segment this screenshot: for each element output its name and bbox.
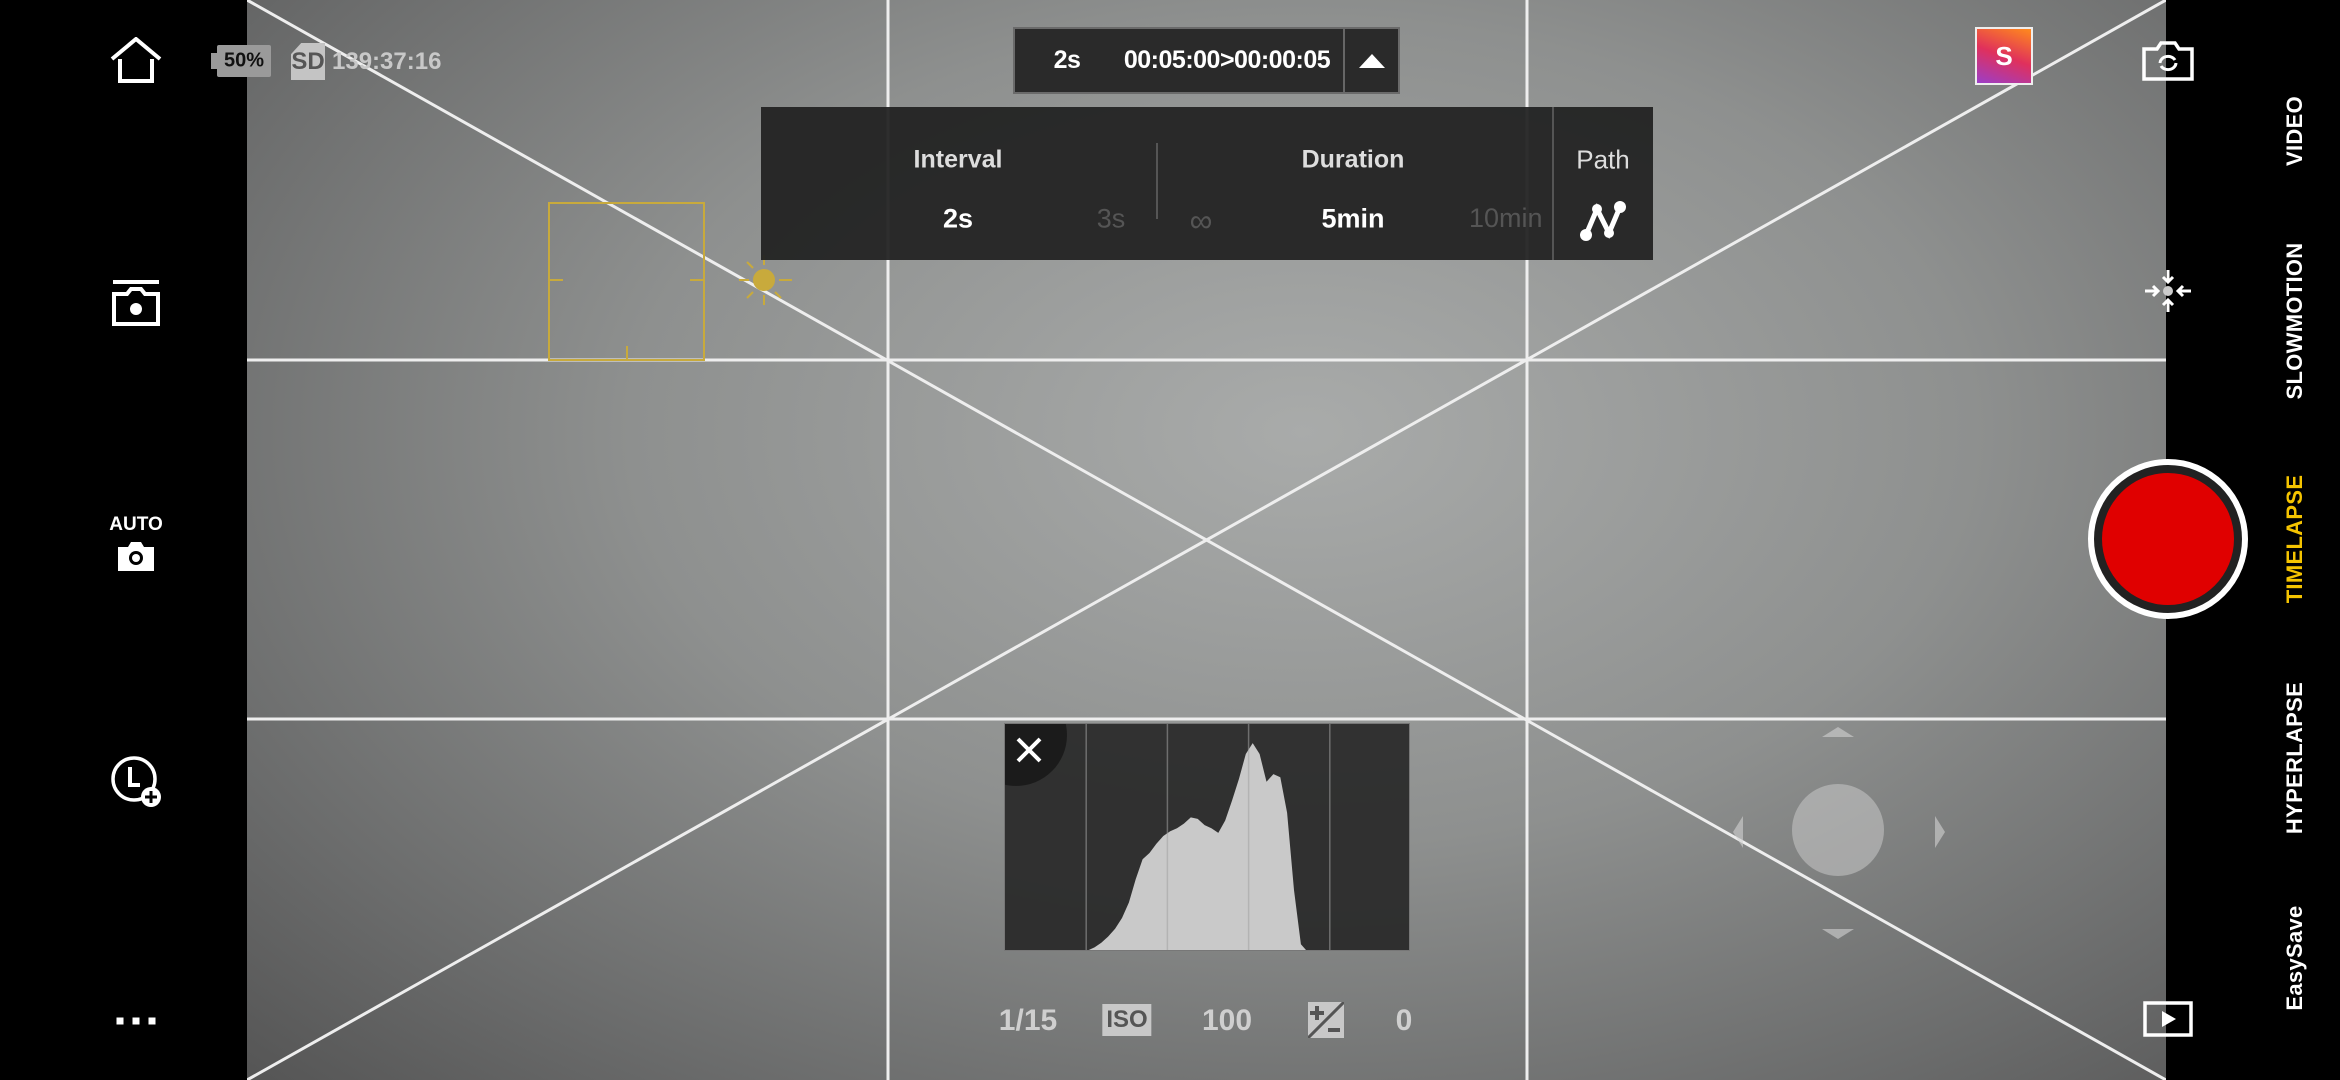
battery-level: 50% [223,49,265,72]
summary-timecode: 00:05:00>00:00:05 [1123,46,1331,74]
sun-exposure-icon [739,255,792,305]
shutter-speed[interactable]: 1/15 [999,1004,1057,1038]
joystick[interactable] [1730,720,1946,940]
arrow-up-icon [1822,727,1854,737]
duration-label: Duration [1301,145,1405,174]
timelapse-summary[interactable]: 2s 00:05:00>00:00:05 [1013,27,1400,94]
duration-option-10min[interactable]: 10min [1469,203,1543,234]
triangle-up-icon[interactable] [1345,53,1398,68]
battery-indicator: 50% [211,45,271,77]
arrow-down-icon [1822,929,1854,939]
auto-camera-icon[interactable] [118,541,154,571]
iso-value[interactable]: 100 [1202,1004,1252,1038]
interval-label: Interval [913,145,1003,174]
switch-camera-icon[interactable] [2142,41,2194,81]
mode-slowmotion[interactable]: SLOWMOTION [2282,243,2308,400]
iso-icon: ISO [1102,1004,1152,1036]
arrow-left-icon [1733,816,1743,848]
auto-label: AUTO [109,514,163,535]
home-icon[interactable] [110,37,162,85]
arrow-right-icon [1935,816,1945,848]
remaining-time: 139:37:16 [332,48,442,75]
histogram-curve [1088,743,1307,950]
duration-option-5min[interactable]: 5min [1321,204,1384,235]
gallery-play-icon[interactable] [2143,1001,2193,1037]
duration-option-infinite[interactable]: ∞ [1190,203,1213,240]
path-nodes-icon[interactable] [1579,199,1627,243]
summary-interval: 2s [1053,46,1081,74]
ev-value[interactable]: 0 [1396,1004,1413,1038]
timer-add-icon[interactable] [110,755,166,811]
mode-video[interactable]: VIDEO [2282,96,2308,166]
divider [1156,143,1158,219]
more-icon[interactable] [116,1017,156,1025]
profile-badge-letter: S [1995,40,2013,71]
profile-badge[interactable]: S [1975,27,2033,85]
exposure-compensation-icon [1308,1002,1344,1038]
path-label: Path [1576,144,1630,175]
capture-settings-icon[interactable] [111,280,161,326]
timelapse-settings-panel: Interval 2s 3s Duration ∞ 5min 10min Pat… [761,107,1653,260]
stabilization-icon[interactable] [2143,268,2193,314]
interval-option-2s[interactable]: 2s [943,204,973,235]
mode-easysave[interactable]: EasySave [2282,905,2308,1010]
interval-option-3s[interactable]: 3s [1097,204,1126,235]
mode-timelapse[interactable]: TIMELAPSE [2282,475,2308,604]
left-toolbar [0,0,247,1080]
sd-label: SD [291,48,325,75]
record-button[interactable] [2088,459,2248,619]
mode-hyperlapse[interactable]: HYPERLAPSE [2282,682,2308,834]
close-icon[interactable] [1015,736,1043,764]
focus-box [548,202,705,361]
histogram [1004,723,1410,951]
joystick-knob[interactable] [1792,784,1884,876]
